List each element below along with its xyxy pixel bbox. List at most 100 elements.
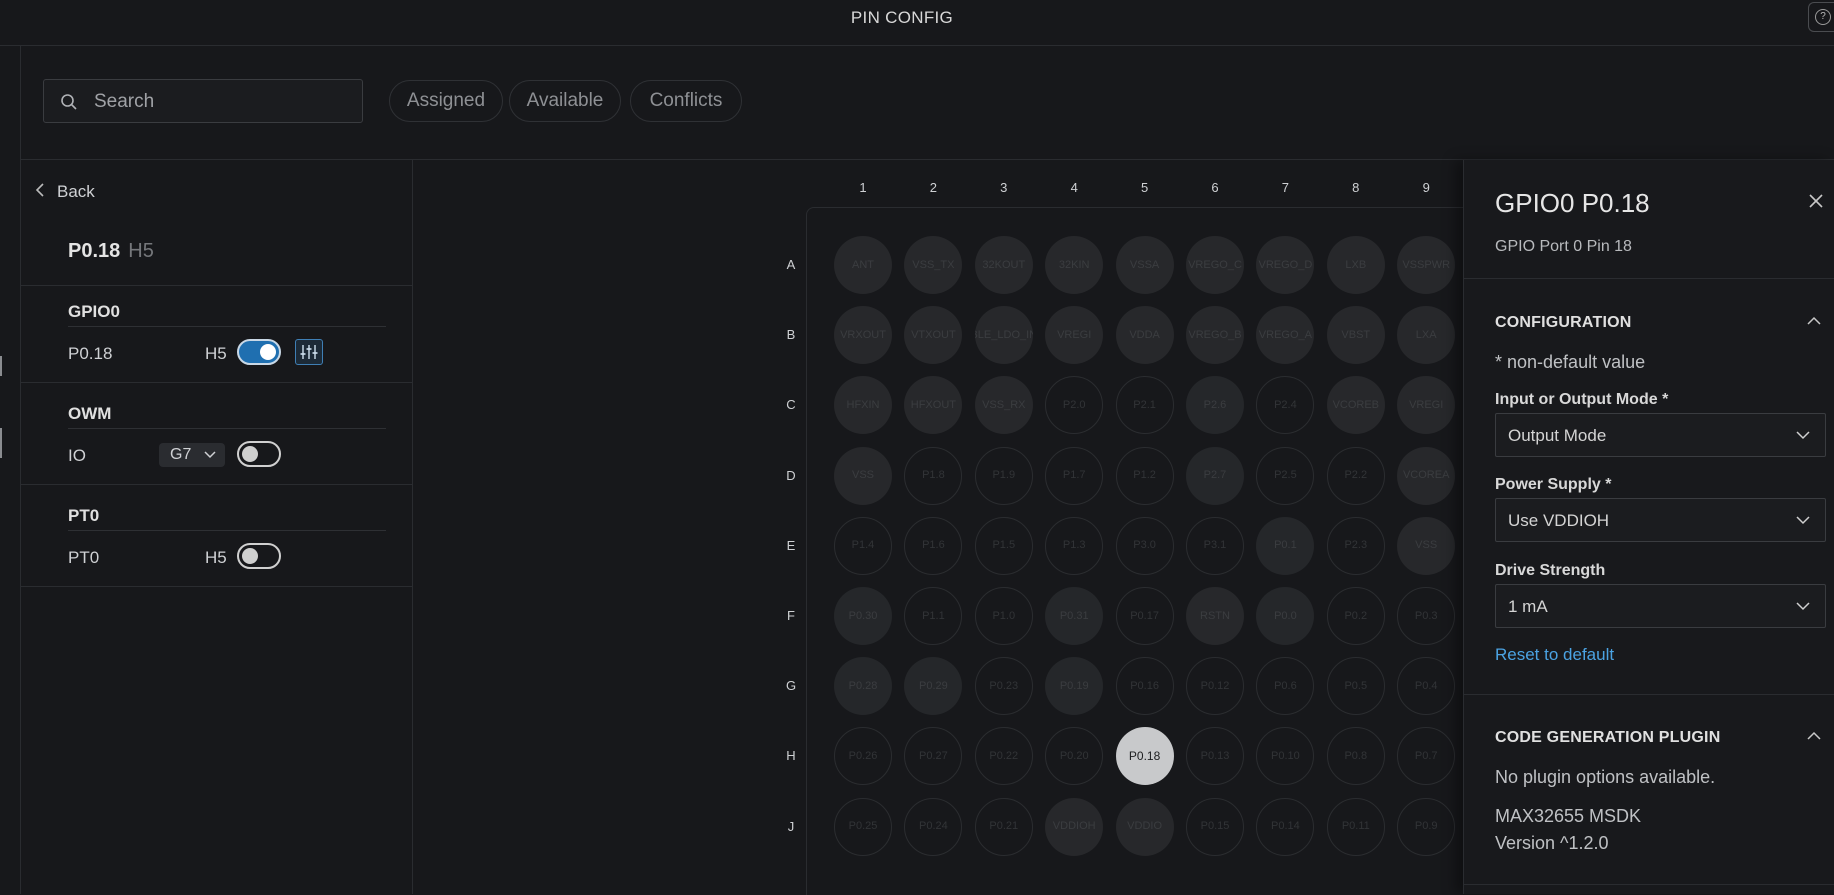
filter-available-button[interactable]: Available (509, 80, 621, 122)
pin-circle[interactable]: P0.1 (1256, 516, 1315, 575)
power-supply-select[interactable]: Use VDDIOH (1495, 498, 1826, 542)
pin-circle[interactable]: P0.5 (1326, 657, 1385, 716)
pin-circle[interactable]: LXA (1397, 306, 1456, 365)
pin-circle[interactable]: VCOREB (1326, 376, 1385, 435)
pin-circle[interactable]: P1.3 (1045, 516, 1104, 575)
row-label: A (786, 257, 796, 272)
pin-circle[interactable]: RSTN (1186, 587, 1244, 645)
filter-assigned-button[interactable]: Assigned (389, 80, 503, 122)
pin-circle[interactable]: P0.12 (1186, 657, 1244, 716)
pin-circle[interactable]: VDDA (1115, 306, 1174, 365)
pin-circle[interactable]: P0.9 (1397, 797, 1456, 856)
pin-circle[interactable]: P0.28 (834, 657, 892, 716)
search-icon (61, 94, 77, 110)
io-mode-value: Output Mode (1508, 426, 1607, 445)
reset-to-default-link[interactable]: Reset to default (1495, 645, 1614, 665)
gpio0-toggle[interactable] (237, 339, 281, 365)
pin-circle[interactable]: P2.1 (1115, 376, 1174, 435)
help-button[interactable]: ? (1808, 2, 1834, 32)
pin-circle[interactable]: P0.30 (834, 587, 892, 645)
pt0-toggle[interactable] (237, 543, 281, 569)
pin-circle[interactable]: P0.16 (1115, 657, 1174, 716)
pin-circle[interactable]: P0.25 (834, 797, 892, 856)
pin-circle[interactable]: VSS_TX (904, 236, 963, 294)
column-label: 3 (1000, 180, 1008, 195)
close-icon[interactable] (1807, 190, 1825, 216)
pin-circle[interactable]: P0.0 (1256, 587, 1315, 645)
pin-circle[interactable]: P0.24 (904, 797, 963, 856)
pin-circle[interactable]: P1.1 (904, 587, 963, 645)
pin-circle[interactable]: P1.2 (1115, 446, 1174, 505)
pin-circle[interactable]: HFXIN (834, 376, 892, 435)
pin-circle[interactable]: ANT (834, 236, 892, 294)
pin-circle[interactable]: P1.8 (904, 446, 963, 505)
column-label: 1 (859, 180, 867, 195)
pin-circle[interactable]: LXB (1326, 236, 1385, 294)
pin-circle[interactable]: P2.6 (1186, 376, 1244, 435)
chevron-up-icon[interactable] (1806, 728, 1822, 744)
pin-circle[interactable]: VDDIOH (1045, 797, 1104, 856)
pin-circle[interactable]: VBST (1326, 306, 1385, 365)
pin-circle[interactable]: VSS (1397, 516, 1456, 575)
pin-circle[interactable]: P0.31 (1045, 587, 1104, 645)
pin-circle[interactable]: P3.1 (1186, 516, 1244, 575)
pin-circle[interactable]: P2.7 (1186, 446, 1244, 505)
pin-circle[interactable]: VRXOUT (834, 306, 892, 365)
pin-circle[interactable]: P0.26 (834, 727, 892, 786)
pin-circle[interactable]: VSS (834, 446, 892, 505)
pin-circle[interactable]: P1.0 (974, 587, 1033, 645)
pin-circle[interactable]: VSS_RX (974, 376, 1033, 435)
pin-circle[interactable]: P0.3 (1397, 587, 1456, 645)
activity-strip (0, 46, 21, 894)
pin-circle[interactable]: 32KIN (1045, 236, 1104, 294)
pin-circle[interactable]: P0.23 (974, 657, 1033, 716)
configure-button[interactable] (295, 339, 323, 365)
pin-circle[interactable]: P1.6 (904, 516, 963, 575)
drive-strength-select[interactable]: 1 mA (1495, 584, 1826, 628)
row-label: G (785, 678, 797, 694)
pin-circle[interactable]: VREGO_D (1256, 236, 1315, 294)
pin-circle[interactable]: BLE_LDO_IN (974, 306, 1033, 365)
pin-circle[interactable]: P0.4 (1397, 657, 1456, 716)
pin-circle[interactable]: P2.3 (1326, 516, 1385, 575)
pin-circle[interactable]: P0.17 (1115, 587, 1174, 645)
pin-circle[interactable]: P0.19 (1045, 657, 1104, 716)
pin-circle[interactable]: P1.4 (834, 516, 892, 575)
pin-circle[interactable]: P0.8 (1326, 727, 1385, 786)
filter-conflicts-button[interactable]: Conflicts (630, 80, 742, 122)
pin-circle[interactable]: P1.9 (974, 446, 1033, 505)
pin-circle[interactable]: P0.13 (1186, 727, 1244, 786)
pin-circle[interactable]: VSSA (1115, 236, 1174, 294)
divider (21, 484, 412, 485)
pin-circle[interactable]: P0.11 (1326, 797, 1385, 856)
activity-marker-active[interactable] (0, 428, 2, 458)
chevron-up-icon[interactable] (1806, 313, 1822, 329)
pin-circle[interactable]: VREGO_B (1186, 306, 1244, 365)
owm-pin-select[interactable]: G7 (159, 443, 225, 467)
owm-pin-select-value: G7 (170, 446, 192, 463)
pin-circle[interactable]: P2.5 (1256, 446, 1315, 505)
pin-selected[interactable]: P0.18 (1115, 727, 1174, 786)
pin-circle[interactable]: VDDIO (1115, 797, 1174, 856)
back-button[interactable]: Back (35, 182, 95, 202)
io-mode-select[interactable]: Output Mode (1495, 413, 1826, 457)
pin-circle[interactable]: VSSPWR (1397, 236, 1456, 294)
pin-circle[interactable]: P0.22 (974, 727, 1033, 786)
pin-circle[interactable]: P3.0 (1115, 516, 1174, 575)
pin-circle[interactable]: P0.21 (974, 797, 1033, 856)
column-label: 7 (1281, 180, 1289, 195)
pin-circle[interactable]: P2.2 (1326, 446, 1385, 505)
pin-circle[interactable]: P1.5 (974, 516, 1033, 575)
pin-circle[interactable]: VCOREA (1397, 446, 1456, 505)
owm-toggle[interactable] (237, 441, 281, 467)
pin-circle[interactable]: P0.14 (1256, 797, 1315, 856)
pin-circle[interactable]: VREGI (1045, 306, 1104, 365)
search-input[interactable] (92, 88, 346, 116)
activity-marker[interactable] (0, 356, 2, 376)
pin-circle[interactable]: P0.15 (1186, 797, 1244, 856)
pin-circle[interactable]: VREGO_C (1186, 236, 1244, 294)
pin-circle[interactable]: P0.2 (1326, 587, 1385, 645)
search-box[interactable] (43, 79, 363, 123)
pin-circle[interactable]: 32KOUT (974, 236, 1033, 294)
pin-circle[interactable]: P1.7 (1045, 446, 1104, 505)
